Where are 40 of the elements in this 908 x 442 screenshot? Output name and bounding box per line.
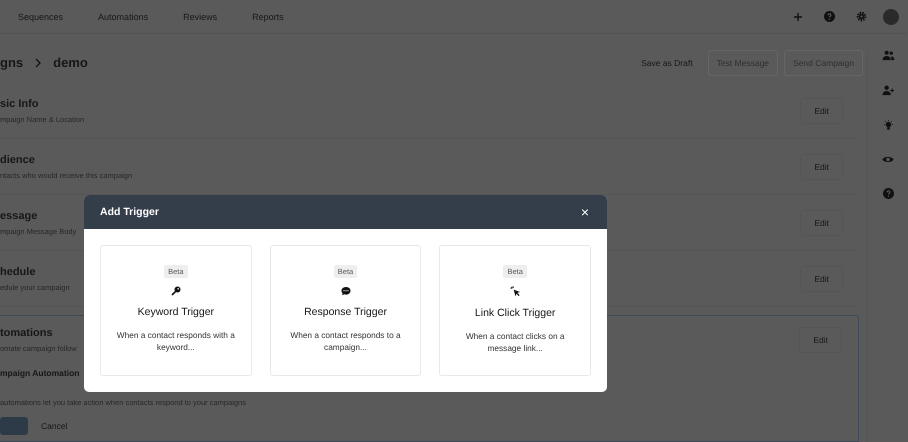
edit-button[interactable]: Edit — [800, 154, 843, 180]
section-title: dience — [0, 154, 35, 166]
breadcrumb-link[interactable]: gns — [0, 55, 24, 70]
close-button[interactable]: × — [578, 204, 591, 220]
edit-button[interactable]: Edit — [800, 266, 843, 292]
section-title: essage — [0, 210, 38, 222]
trigger-title: Keyword Trigger — [138, 306, 214, 318]
key-icon — [170, 286, 181, 296]
section-title: tomations — [0, 327, 53, 340]
cursor-click-icon — [510, 286, 521, 297]
nav-link[interactable]: Sequences — [18, 12, 64, 22]
trigger-description: When a contact responds with a keyword... — [116, 329, 236, 354]
automation-title: mpaign Automation — [0, 368, 80, 378]
trigger-title: Link Click Trigger — [474, 307, 556, 319]
action-button[interactable] — [0, 417, 28, 436]
chevron-right-icon — [35, 58, 42, 68]
nav-link[interactable]: Reviews — [183, 12, 218, 22]
edit-button[interactable]: Edit — [800, 210, 843, 236]
trigger-description: When a contact responds to a campaign... — [289, 329, 402, 354]
edit-button[interactable]: Edit — [799, 327, 842, 354]
page-title: demo — [53, 55, 88, 70]
help-icon[interactable] — [882, 188, 894, 199]
plus-icon[interactable] — [793, 12, 803, 22]
dialog-title: Add Trigger — [100, 206, 159, 218]
avatar-icon[interactable] — [883, 8, 899, 25]
eye-icon[interactable] — [882, 155, 894, 164]
section-title: hedule — [0, 266, 36, 278]
edit-button[interactable]: Edit — [800, 98, 843, 124]
cancel-link[interactable]: Cancel — [41, 421, 68, 432]
lightbulb-icon[interactable] — [882, 120, 894, 131]
section-title: sic Info — [0, 98, 39, 110]
nav-link[interactable]: Automations — [98, 12, 148, 22]
nav-link[interactable]: Reports — [252, 12, 284, 22]
help-icon[interactable] — [824, 11, 835, 22]
settings-icon[interactable] — [856, 11, 867, 22]
trigger-title: Response Trigger — [304, 306, 387, 318]
person-add-icon[interactable] — [882, 85, 894, 96]
chat-bubble-icon — [340, 286, 350, 296]
trigger-description: When a contact clicks on a message link... — [464, 330, 566, 355]
people-icon[interactable] — [882, 50, 894, 61]
